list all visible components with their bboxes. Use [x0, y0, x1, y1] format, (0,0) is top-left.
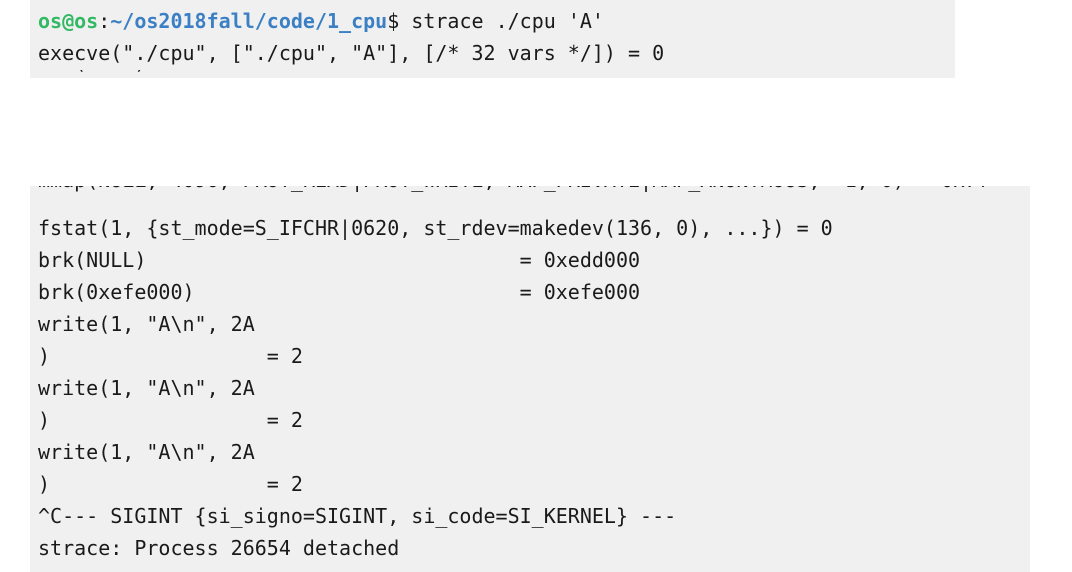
- terminal-panel-top: os@os:~/os2018fall/code/1_cpu$ strace ./…: [30, 0, 955, 78]
- output-line: write(1, "A\n", 2A: [38, 376, 255, 400]
- truncated-line-fragment: mmap(NULL, 4096, PROT_READ|PROT_WRITE, M…: [30, 186, 1030, 196]
- prompt-user: os@os: [38, 9, 99, 33]
- prompt-path: ~/os2018fall/code/1_cpu: [110, 9, 388, 33]
- output-line: fstat(1, {st_mode=S_IFCHR|0620, st_rdev=…: [38, 216, 833, 240]
- prompt-dollar: $: [387, 9, 400, 33]
- output-line: strace: Process 26654 detached: [38, 536, 400, 560]
- prompt-separator: :: [98, 9, 111, 33]
- output-line: brk(NULL) = 0xedd000: [38, 248, 641, 272]
- output-line: ) = 2: [38, 408, 303, 432]
- command-text: strace ./cpu 'A': [399, 9, 604, 33]
- truncated-line-fragment: brk(NULL) = 0x11c1000: [30, 70, 955, 78]
- output-line-execve: execve("./cpu", ["./cpu", "A"], [/* 32 v…: [38, 41, 665, 65]
- terminal-output: fstat(1, {st_mode=S_IFCHR|0620, st_rdev=…: [30, 212, 1030, 564]
- output-line: ) = 2: [38, 344, 303, 368]
- output-line: write(1, "A\n", 2A: [38, 440, 255, 464]
- output-line: write(1, "A\n", 2A: [38, 312, 255, 336]
- output-line: ) = 2: [38, 472, 303, 496]
- output-line: ^C--- SIGINT {si_signo=SIGINT, si_code=S…: [38, 504, 677, 528]
- terminal-panel-bottom: mmap(NULL, 4096, PROT_READ|PROT_WRITE, M…: [30, 186, 1030, 572]
- prompt-line: os@os:~/os2018fall/code/1_cpu$ strace ./…: [30, 5, 955, 37]
- output-line: brk(0xefe000) = 0xefe000: [38, 280, 641, 304]
